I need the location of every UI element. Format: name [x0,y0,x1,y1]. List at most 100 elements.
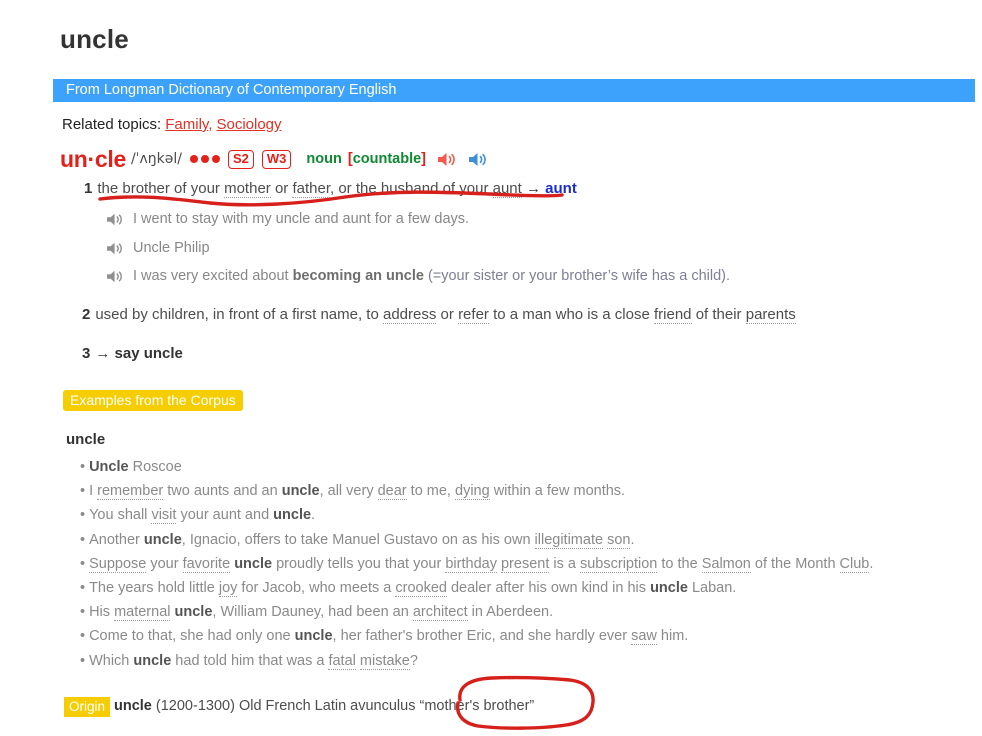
sense-number: 3 [82,345,91,362]
corpus-text: . [311,507,316,524]
list-bullet: • [80,580,86,596]
corpus-linked-word[interactable]: joy [218,580,238,597]
corpus-text: . [869,555,874,572]
frequency-dot [190,155,198,163]
grammar-label-text: countable [352,151,422,167]
corpus-linked-word[interactable]: saw [631,628,657,646]
corpus-linked-word[interactable]: son [607,531,631,549]
sense-def-keyword[interactable]: friend [654,306,692,324]
corpus-linked-word[interactable]: visit [151,507,177,525]
sense-def-text: of their [691,306,746,323]
sense-def-keyword[interactable]: father [292,180,330,198]
corpus-linked-word[interactable]: birthday [445,555,497,573]
corpus-text: . [630,531,635,548]
sense-def-keyword[interactable]: mother [224,180,271,198]
corpus-text: Come to that, she had only one [89,628,295,645]
corpus-text: You shall [89,507,152,524]
corpus-linked-word[interactable]: architect [412,604,468,622]
list-bullet: • [80,555,86,572]
corpus-text: The years hold little [89,580,219,596]
corpus-linked-word[interactable]: Suppose [89,555,147,573]
dictionary-entry-page: uncle From Longman Dictionary of Contemp… [0,0,982,736]
example-text-pre: I was very excited about [133,268,293,284]
origin-badge: Origin [64,697,111,717]
list-bullet: • [80,483,86,500]
speaker-icon-example[interactable] [106,269,124,284]
corpus-example-item: • Suppose your favorite uncle proudly tel… [80,555,874,573]
corpus-keyword: Uncle [89,459,129,475]
corpus-keyword: uncle [174,604,213,621]
sense-definition: the brother of your mother or father, or… [97,180,522,198]
corpus-text: His [89,604,115,621]
phrase-link-say-uncle[interactable]: say uncle [115,345,183,362]
corpus-linked-word[interactable]: dying [455,483,490,501]
cross-reference-link-aunt[interactable]: aunt [545,180,577,197]
related-topic-link-family[interactable]: Family [165,116,208,133]
corpus-text: proudly tells you that your [272,555,446,572]
headword-line: un·cle /ˈʌŋkəl/ S2 W3 noun [countable] [60,146,488,172]
part-of-speech: noun [306,151,342,167]
speaker-icon-example[interactable] [106,212,124,227]
frequency-badge-s2: S2 [228,149,254,169]
sense-def-keyword[interactable]: aunt [492,180,522,198]
sense-number: 1 [84,180,93,197]
speaker-icon-example[interactable] [106,241,124,256]
corpus-linked-word[interactable]: favorite [182,555,231,573]
pronunciation-ipa: /ˈʌŋkəl/ [130,151,182,167]
sense-def-text: or [436,306,459,323]
page-title: uncle [60,24,129,54]
corpus-keyword: uncle [281,483,320,500]
headword: un·cle [60,145,126,172]
corpus-linked-word[interactable]: illegitimate [534,531,604,549]
corpus-linked-word[interactable]: fatal [328,652,356,670]
corpus-text: Which [89,652,134,669]
corpus-example-item: • His maternal uncle, William Dauney, had… [80,604,554,622]
origin-meaning: “mother's brother” [419,698,535,714]
corpus-linked-word[interactable]: Salmon [701,555,751,573]
example-row: Uncle Philip [106,240,210,256]
corpus-linked-word[interactable]: dear [377,483,407,501]
sense-def-keyword[interactable]: address [383,306,437,324]
corpus-example-item: • Another uncle, Ignacio, offers to take … [80,531,635,549]
sense-def-keyword[interactable]: parents [745,306,796,324]
cross-reference-arrow: → [525,180,541,197]
corpus-text: , William Dauney, had been an [212,604,413,621]
corpus-keyword: uncle [294,628,333,645]
corpus-linked-word[interactable]: Club [839,555,870,573]
related-topics-label: Related topics: [62,116,162,133]
related-topics-separator: , [208,116,213,133]
corpus-linked-word[interactable]: maternal [114,604,171,622]
speaker-icon-american[interactable] [468,151,488,168]
sense-2: 2 used by children, in front of a first n… [82,306,796,324]
corpus-text: , her father's brother Eric, and she har… [332,628,632,645]
example-row: I went to stay with my uncle and aunt fo… [106,211,469,227]
corpus-linked-word[interactable]: crooked [395,580,447,597]
corpus-section-badge: Examples from the Corpus [63,390,243,411]
sense-def-text: , or the husband of your [330,180,493,197]
sense-def-text: used by children, in front of a first na… [95,306,383,323]
example-row: I was very excited about becoming an unc… [106,268,730,284]
corpus-text: is a [549,555,580,572]
related-topic-link-sociology[interactable]: Sociology [216,116,281,133]
corpus-keyword: uncle [133,652,172,669]
grammar-label: [countable] [348,151,426,167]
frequency-badge-w3: W3 [261,149,292,169]
sense-def-keyword[interactable]: refer [458,306,489,324]
frequency-dot [212,155,220,163]
corpus-linked-word[interactable]: subscription [579,555,658,573]
corpus-text: had told him that was a [171,652,329,669]
list-bullet: • [80,459,86,475]
dictionary-source-label: From Longman Dictionary of Contemporary … [66,82,397,98]
list-bullet: • [80,531,86,548]
example-text: Uncle Philip [133,240,210,256]
origin-dates: (1200-1300) [155,698,235,714]
corpus-linked-word[interactable]: present [500,555,550,573]
origin-headword: uncle [114,698,152,714]
phrase-arrow: → [95,345,111,362]
corpus-keyword: uncle [234,555,273,572]
annotation-layer [98,190,595,730]
corpus-text: in Aberdeen. [467,604,554,621]
corpus-linked-word[interactable]: remember [97,483,164,501]
speaker-icon-british[interactable] [437,151,457,168]
corpus-linked-word[interactable]: mistake [359,652,410,670]
